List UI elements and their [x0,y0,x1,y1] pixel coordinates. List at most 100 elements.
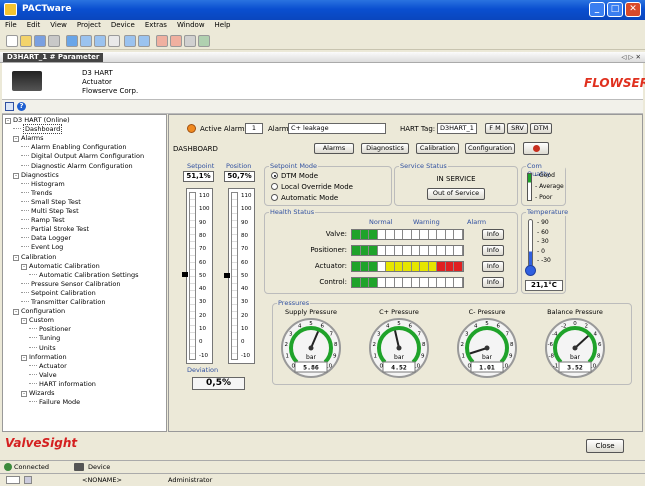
menu-extras[interactable]: Extras [140,20,172,30]
local-override-radio[interactable]: Local Override Mode [271,183,353,191]
tree-item[interactable]: Actuator [29,362,67,370]
tree-item[interactable]: Diagnostic Alarm Configuration [21,162,133,170]
warning-header: Warning [413,218,440,226]
tree-item[interactable]: Digital Output Alarm Configuration [21,152,144,160]
menu-window[interactable]: Window [172,20,210,30]
connect-icon[interactable] [108,35,120,47]
open-folder-icon[interactable] [20,35,32,47]
gauge-hub [572,345,578,351]
network-icon[interactable] [66,35,78,47]
menu-view[interactable]: View [45,20,72,30]
download-icon[interactable] [138,35,150,47]
health-info-button[interactable]: Info [482,261,504,272]
tree-item[interactable]: Setpoint Calibration [21,289,96,297]
new-icon[interactable] [6,35,18,47]
tree-item[interactable]: Multi Step Test [21,207,79,215]
scan-icon[interactable] [198,35,210,47]
tree-item[interactable]: Histogram [21,180,65,188]
tree-item[interactable]: - Automatic Calibration [21,262,100,270]
tree-expander-icon[interactable]: - [13,309,19,316]
menu-help[interactable]: Help [210,20,236,30]
tree-expander-icon[interactable]: - [21,391,27,397]
minimize-button[interactable]: _ [589,2,605,17]
tree-item-label: Trends [31,188,53,197]
alarms-button[interactable]: Alarms [314,143,354,154]
tree-item[interactable]: - Wizards [21,389,55,397]
help-icon[interactable]: ? [17,102,26,111]
tree-connector [21,228,29,230]
tree-expander-icon[interactable]: - [21,354,27,361]
tree-expander-icon[interactable]: - [21,263,27,270]
gauge-unit: bar [570,354,580,361]
tree-item[interactable]: Pressure Sensor Calibration [21,280,121,288]
tree-item[interactable]: - Calibration [13,253,56,261]
menu-file[interactable]: File [0,20,22,30]
remove-device-icon[interactable] [94,35,106,47]
tree-item[interactable]: - Diagnostics [13,171,59,179]
tree-item[interactable]: - D3 HART (Online) [5,116,70,124]
save-icon[interactable] [34,35,46,47]
tree-item[interactable]: Data Logger [21,234,71,242]
health-info-button[interactable]: Info [482,277,504,288]
health-info-button[interactable]: Info [482,245,504,256]
tree-item[interactable]: Dashboard [13,124,63,135]
tree-item[interactable]: - Custom [21,316,54,325]
tree-item[interactable]: Small Step Test [21,198,81,206]
tree-expander-icon[interactable]: - [13,172,19,179]
title-bar[interactable]: PACTware _ □ ✕ [0,0,645,20]
tree-item[interactable]: Valve [29,371,57,379]
tree-expander-icon[interactable]: - [5,118,11,124]
tree-item[interactable]: Units [29,344,56,352]
tree-expander-icon[interactable]: - [13,254,19,261]
tree-item[interactable]: Event Log [21,243,63,251]
close-window-button[interactable]: ✕ [625,2,641,17]
navigation-tree[interactable]: - D3 HART (Online) Dashboard - Alarms Alarm E… [2,114,167,432]
add-device-icon[interactable] [80,35,92,47]
print-icon[interactable] [48,35,60,47]
pressure-gauge-label: C+ Pressure [379,308,419,316]
configuration-button[interactable]: Configuration [465,143,515,154]
tree-item[interactable]: Partial Stroke Test [21,225,89,233]
tree-item[interactable]: - Alarms [13,134,44,143]
tree-expander-icon[interactable]: - [13,136,19,143]
document-tab[interactable]: D3HART_1 # Parameter [3,53,104,62]
tree-item[interactable]: Failure Mode [29,398,80,406]
parameter-icon[interactable] [156,35,168,47]
diagnostics-button[interactable]: Diagnostics [361,143,409,154]
temperature-label: Temperature [526,208,570,216]
dtm-mode-radio[interactable]: DTM Mode [271,172,318,180]
tree-item[interactable]: - Configuration [13,307,65,316]
diagnosis-icon[interactable] [170,35,182,47]
tree-expander-icon[interactable]: - [21,318,27,325]
tree-item[interactable]: Automatic Calibration Settings [29,271,139,279]
tree-connector [29,364,37,366]
close-button[interactable]: Close [586,439,624,453]
menu-project[interactable]: Project [72,20,106,30]
fm-button[interactable]: F M [485,123,505,134]
tree-item[interactable]: - Information [21,353,67,361]
tree-item[interactable]: HART information [29,380,96,388]
tree-connector [21,146,29,148]
calibration-button[interactable]: Calibration [416,143,459,154]
tools-button[interactable] [523,142,549,155]
tree-item[interactable]: Transmitter Calibration [21,298,106,306]
health-info-button[interactable]: Info [482,229,504,240]
tree-item[interactable]: Trends [21,189,52,197]
scale-tick-label: 70 [199,246,206,253]
tree-item[interactable]: Alarm Enabling Configuration [21,143,127,151]
tree-item[interactable]: Ramp Test [21,216,65,224]
dtm-button[interactable]: DTM [530,123,552,134]
upload-icon[interactable] [124,35,136,47]
srv-button[interactable]: SRV [507,123,528,134]
tab-nav-controls[interactable]: ◁ ▷ ✕ [621,53,641,61]
menu-edit[interactable]: Edit [22,20,46,30]
automatic-mode-radio[interactable]: Automatic Mode [271,194,338,202]
health-segment [360,262,370,271]
out-of-service-button[interactable]: Out of Service [427,188,485,200]
maximize-button[interactable]: □ [607,2,623,17]
tree-item[interactable]: Positioner [29,325,71,333]
tools-icon[interactable] [184,35,196,47]
view-icon[interactable] [5,102,14,111]
tree-item[interactable]: Tuning [29,334,60,342]
menu-device[interactable]: Device [106,20,140,30]
